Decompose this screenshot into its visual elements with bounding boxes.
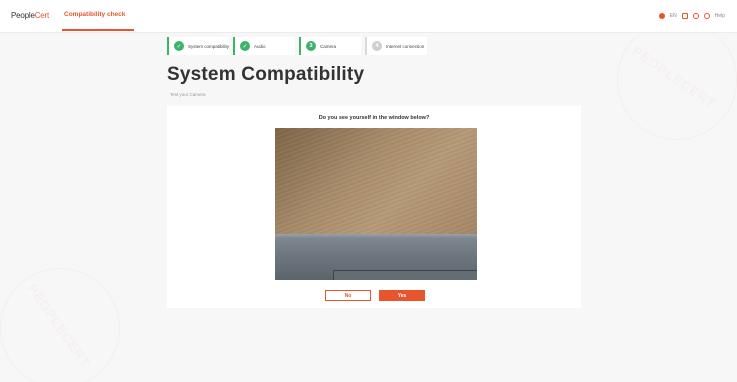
step-label: System compatibility xyxy=(188,43,230,49)
active-tab-indicator xyxy=(62,29,134,31)
step-camera: 3 Camera xyxy=(299,37,361,55)
camera-feed-laptop-slot xyxy=(333,270,477,280)
accessibility-icon[interactable] xyxy=(692,13,699,19)
language-selector[interactable]: EN xyxy=(670,13,677,19)
page-title: System Compatibility xyxy=(167,64,365,85)
top-header: PeopleCert Compatibility check EN Help xyxy=(0,0,737,33)
step-number-badge: 4 xyxy=(372,41,382,51)
no-button[interactable]: No xyxy=(325,290,371,301)
brand-logo[interactable]: PeopleCert xyxy=(11,11,49,20)
step-number-badge: 3 xyxy=(306,41,316,51)
tab-compatibility-check[interactable]: Compatibility check xyxy=(64,11,125,18)
brand-prefix: People xyxy=(11,11,35,20)
header-actions: EN Help xyxy=(658,13,725,19)
brand-suffix: Cert xyxy=(34,11,50,20)
camera-question: Do you see yourself in the window below? xyxy=(318,115,430,121)
help-icon[interactable] xyxy=(703,13,710,19)
camera-check-card: Do you see yourself in the window below?… xyxy=(167,106,581,308)
bookmark-icon[interactable] xyxy=(681,13,688,19)
progress-steps: ✓ System compatibility ✓ Audio 3 Camera … xyxy=(167,37,427,55)
step-label: Internet connection xyxy=(386,43,425,49)
check-icon: ✓ xyxy=(174,41,184,51)
step-audio: ✓ Audio xyxy=(233,37,295,55)
step-internet-connection: 4 Internet connection xyxy=(365,37,427,55)
check-icon: ✓ xyxy=(240,41,250,51)
page-subtitle: Test your Camera xyxy=(170,92,206,97)
step-label: Camera xyxy=(320,43,337,49)
globe-icon[interactable] xyxy=(658,13,665,19)
help-link[interactable]: Help xyxy=(715,13,725,19)
camera-preview xyxy=(275,128,477,280)
yes-button[interactable]: Yes xyxy=(379,290,425,301)
step-label: Audio xyxy=(254,43,266,49)
step-system-compatibility: ✓ System compatibility xyxy=(167,37,229,55)
